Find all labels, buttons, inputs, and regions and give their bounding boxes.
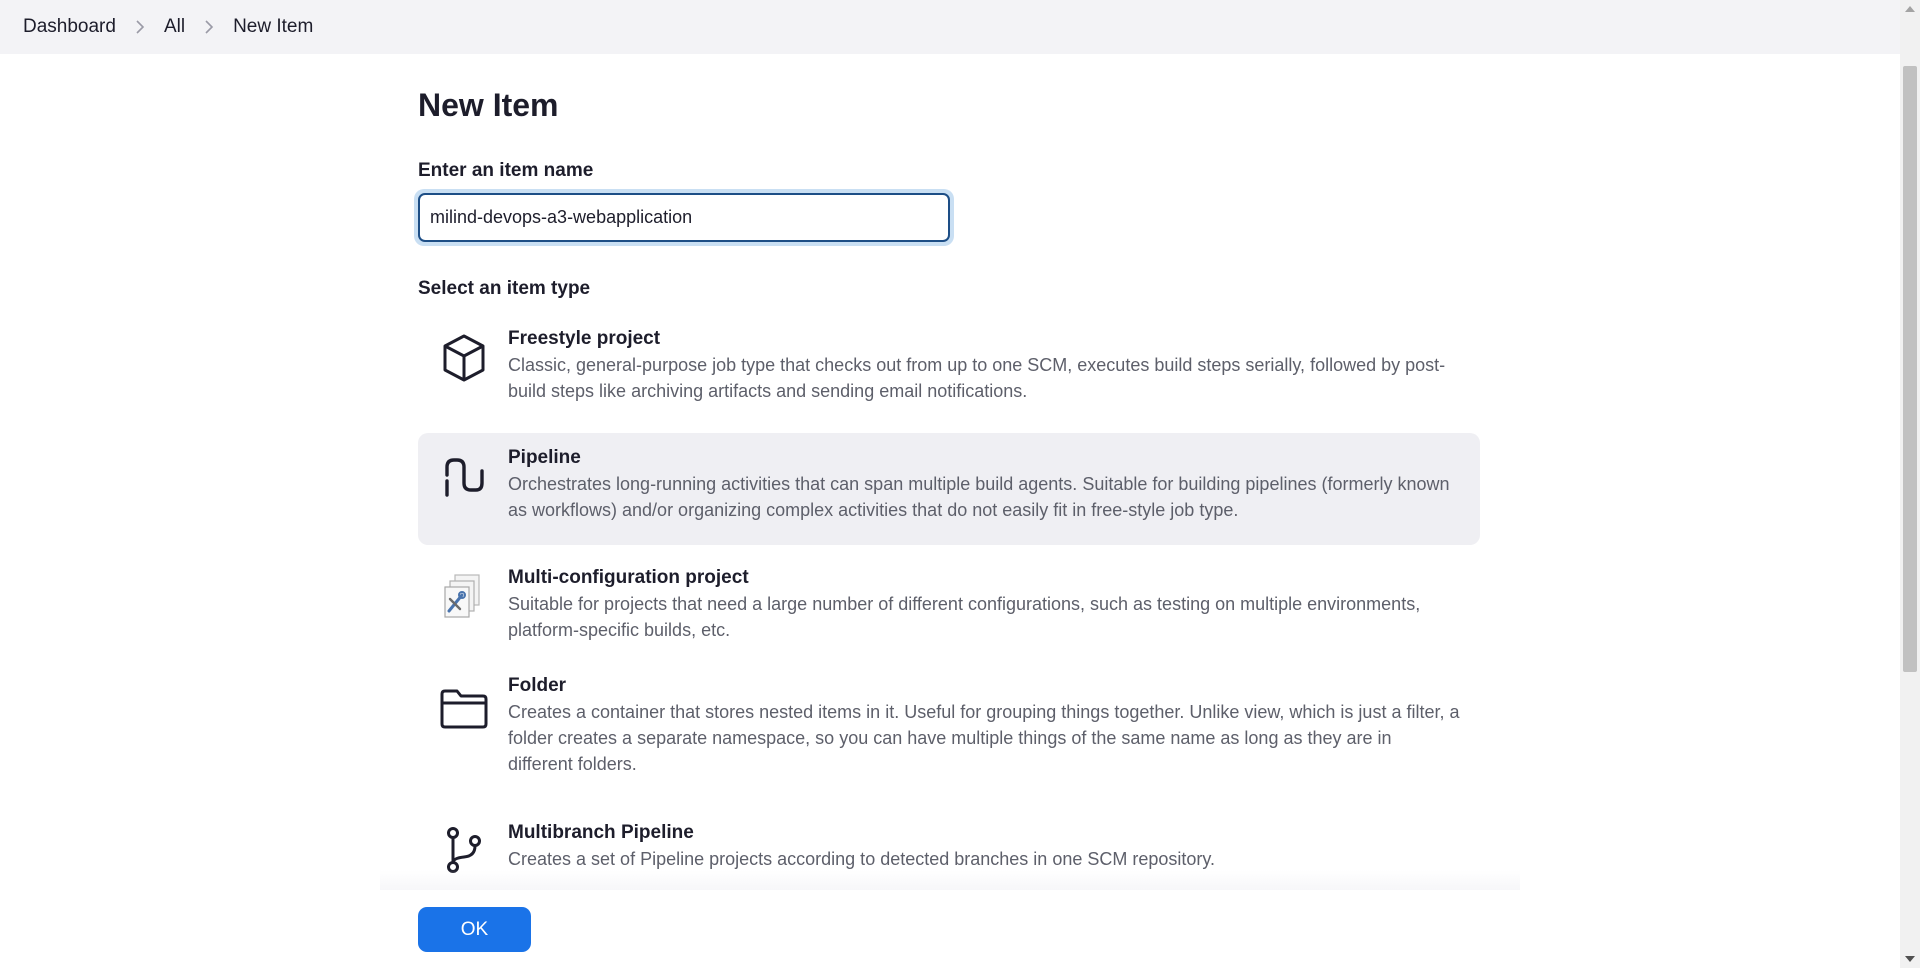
item-type-description: Suitable for projects that need a large …: [508, 594, 1421, 640]
item-type-description: Orchestrates long-running activities tha…: [508, 474, 1450, 520]
item-type-title: Freestyle project: [508, 328, 661, 349]
item-name-input[interactable]: [418, 193, 950, 242]
page-title: New Item: [418, 87, 559, 123]
chevron-right-icon: [199, 16, 219, 38]
item-type-pipeline[interactable]: Pipeline Orchestrates long-running activ…: [418, 433, 1480, 545]
item-type-title: Multi-configuration project: [508, 567, 749, 588]
item-name-field-wrapper: [414, 189, 954, 246]
item-type-description: Creates a container that stores nested i…: [508, 702, 1460, 774]
folder-icon: [438, 682, 490, 734]
ok-button[interactable]: OK: [418, 907, 531, 952]
breadcrumb-new-item: New Item: [233, 16, 314, 37]
item-type-freestyle[interactable]: Freestyle project Classic, general-purpo…: [418, 314, 1480, 426]
chevron-right-icon: [130, 16, 150, 38]
item-type-description: Creates a set of Pipeline projects accor…: [508, 849, 1216, 869]
scroll-up-icon[interactable]: [1905, 6, 1915, 12]
pipeline-icon: [438, 451, 490, 503]
breadcrumb-dashboard[interactable]: Dashboard: [23, 16, 116, 38]
item-type-folder[interactable]: Folder Creates a container that stores n…: [418, 666, 1480, 796]
branch-icon: [438, 824, 490, 876]
breadcrumb-all[interactable]: All: [164, 16, 185, 38]
item-type-title: Pipeline: [508, 447, 581, 468]
package-icon: [438, 332, 490, 384]
scroll-down-icon[interactable]: [1905, 956, 1915, 962]
item-type-label: Select an item type: [418, 278, 591, 299]
form-footer: OK: [0, 890, 1900, 968]
item-name-label: Enter an item name: [418, 160, 594, 181]
list-fade: [380, 870, 1520, 892]
breadcrumb: Dashboard All New Item: [0, 0, 1900, 54]
item-type-title: Multibranch Pipeline: [508, 822, 694, 843]
item-type-multi-configuration[interactable]: Multi-configuration project Suitable for…: [418, 553, 1480, 653]
item-type-title: Folder: [508, 675, 567, 696]
vertical-scrollbar[interactable]: [1900, 0, 1920, 968]
scroll-thumb[interactable]: [1903, 66, 1917, 672]
multi-config-icon: [438, 571, 490, 623]
item-type-description: Classic, general-purpose job type that c…: [508, 355, 1446, 401]
